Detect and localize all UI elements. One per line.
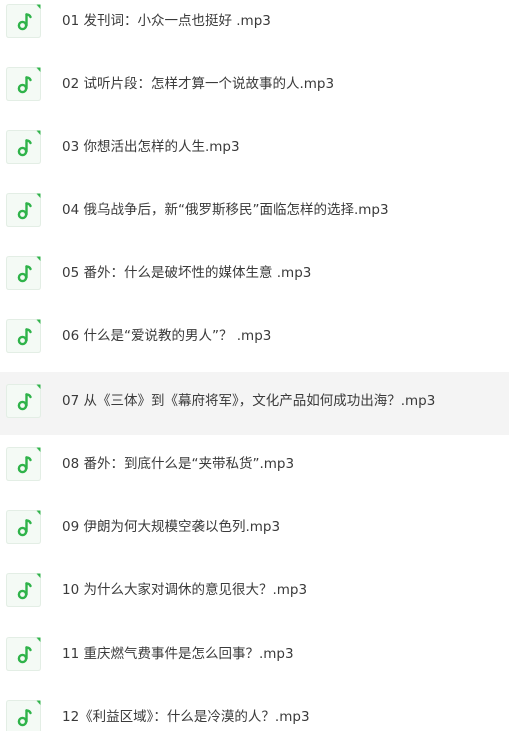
file-list: 01 发刊词：小众一点也挺好 .mp3 02 试听片段：怎样才算一个说故事的人.… <box>0 0 509 731</box>
file-row[interactable]: 04 俄乌战争后，新“俄罗斯移民”面临怎样的选择.mp3 <box>0 181 509 244</box>
file-name: 05 番外：什么是破坏性的媒体生意 .mp3 <box>62 265 312 281</box>
file-row[interactable]: 02 试听片段：怎样才算一个说故事的人.mp3 <box>0 55 509 118</box>
file-row[interactable]: 05 番外：什么是破坏性的媒体生意 .mp3 <box>0 244 509 307</box>
file-name: 03 你想活出怎样的人生.mp3 <box>62 139 240 155</box>
file-name: 10 为什么大家对调休的意见很大？.mp3 <box>62 582 308 598</box>
file-name: 04 俄乌战争后，新“俄罗斯移民”面临怎样的选择.mp3 <box>62 202 389 218</box>
file-name: 09 伊朗为何大规模空袭以色列.mp3 <box>62 519 281 535</box>
audio-file-icon <box>6 447 41 481</box>
file-name: 06 什么是“爱说教的男人”？ .mp3 <box>62 328 272 344</box>
file-row[interactable]: 10 为什么大家对调休的意见很大？.mp3 <box>0 561 509 624</box>
audio-file-icon <box>6 637 41 671</box>
file-row[interactable]: 09 伊朗为何大规模空袭以色列.mp3 <box>0 498 509 561</box>
file-row[interactable]: 08 番外：到底什么是“夹带私货”.mp3 <box>0 435 509 498</box>
file-name: 12《利益区域》：什么是冷漠的人？.mp3 <box>62 709 310 725</box>
file-name: 11 重庆燃气费事件是怎么回事？.mp3 <box>62 646 294 662</box>
file-name: 01 发刊词：小众一点也挺好 .mp3 <box>62 13 271 29</box>
audio-file-icon <box>6 4 41 38</box>
file-name: 02 试听片段：怎样才算一个说故事的人.mp3 <box>62 76 335 92</box>
audio-file-icon <box>6 193 41 227</box>
file-row[interactable]: 03 你想活出怎样的人生.mp3 <box>0 118 509 181</box>
audio-file-icon <box>6 384 41 418</box>
file-row-highlighted[interactable]: 07 从《三体》到《幕府将军》，文化产品如何成功出海？.mp3 <box>0 372 509 435</box>
audio-file-icon <box>6 510 41 544</box>
file-row[interactable]: 11 重庆燃气费事件是怎么回事？.mp3 <box>0 625 509 688</box>
file-name: 07 从《三体》到《幕府将军》，文化产品如何成功出海？.mp3 <box>62 393 436 409</box>
file-row[interactable]: 01 发刊词：小众一点也挺好 .mp3 <box>0 0 509 55</box>
audio-file-icon <box>6 67 41 101</box>
audio-file-icon <box>6 256 41 290</box>
file-name: 08 番外：到底什么是“夹带私货”.mp3 <box>62 456 295 472</box>
audio-file-icon <box>6 130 41 164</box>
audio-file-icon <box>6 573 41 607</box>
audio-file-icon <box>6 319 41 353</box>
file-row[interactable]: 06 什么是“爱说教的男人”？ .mp3 <box>0 307 509 370</box>
file-row[interactable]: 12《利益区域》：什么是冷漠的人？.mp3 <box>0 688 509 731</box>
audio-file-icon <box>6 700 41 731</box>
